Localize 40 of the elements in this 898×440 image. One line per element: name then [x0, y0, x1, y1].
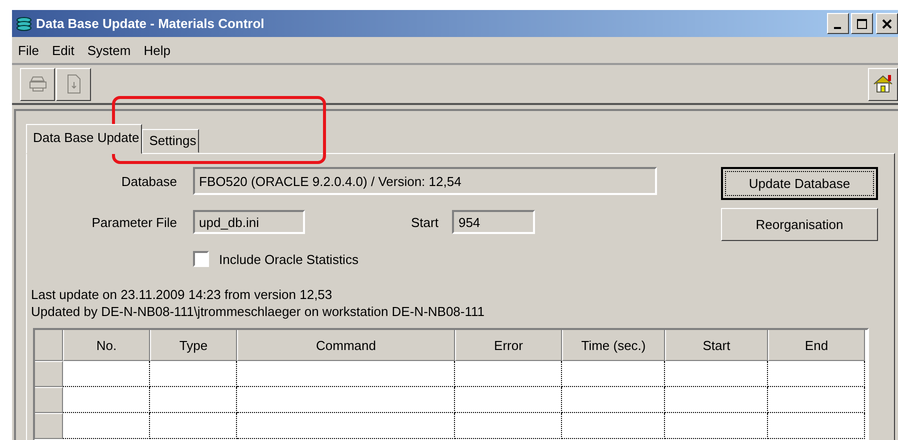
field-label: Database	[120, 174, 177, 188]
database-field[interactable]: FBO520 (ORACLE 9.2.0.4.0) / Version: 12,54	[193, 167, 657, 195]
printer-icon	[28, 75, 48, 93]
row-header[interactable]	[35, 413, 63, 439]
column-header[interactable]: End	[768, 330, 865, 361]
column-header[interactable]: Error	[455, 330, 562, 361]
column-header[interactable]: Time (sec.)	[562, 330, 665, 361]
maximize-icon	[857, 18, 867, 28]
menu-item[interactable]: Edit	[52, 42, 74, 58]
home-icon	[872, 74, 894, 94]
maximize-button[interactable]	[851, 13, 873, 34]
checkbox[interactable]	[193, 251, 209, 267]
minimize-icon	[834, 26, 840, 28]
column-header[interactable]: Start	[665, 330, 768, 361]
parameter-file-field[interactable]: upd_db.ini	[193, 210, 305, 234]
menu-item[interactable]: Help	[144, 42, 170, 58]
home-button[interactable]	[868, 68, 898, 100]
database-icon	[16, 16, 32, 30]
status-text: Last update on 23.11.2009 14:23 from version 12,53	[31, 286, 334, 303]
menu-item[interactable]: System	[87, 42, 131, 58]
reorganisation-button[interactable]: Reorganisation	[721, 208, 878, 241]
update-button[interactable]: Update Database	[721, 167, 878, 200]
row-header[interactable]	[35, 387, 63, 413]
column-header[interactable]: Command	[237, 330, 455, 361]
column-header[interactable]: No.	[63, 330, 150, 361]
close-button[interactable]	[876, 13, 898, 34]
document-icon	[66, 74, 82, 94]
close-icon	[882, 18, 892, 28]
start-field[interactable]: 954	[452, 210, 536, 234]
checkbox-label[interactable]: Include Oracle Statistics	[219, 252, 358, 266]
field-label: Start	[411, 214, 438, 230]
window-title: Data Base Update - Materials Control	[36, 16, 266, 31]
menu-item[interactable]: File	[18, 42, 39, 58]
column-header[interactable]: Type	[150, 330, 237, 361]
field-label: Parameter File	[90, 214, 177, 230]
minimize-button[interactable]	[827, 13, 849, 34]
row-header[interactable]	[35, 361, 63, 387]
tab[interactable]: Settings	[142, 129, 200, 153]
tab[interactable]: Data Base Update	[26, 124, 142, 154]
status-text: Updated by DE-N-NB08-111\jtrommeschlaeger on workstation DE-N-NB08-111	[31, 303, 486, 320]
